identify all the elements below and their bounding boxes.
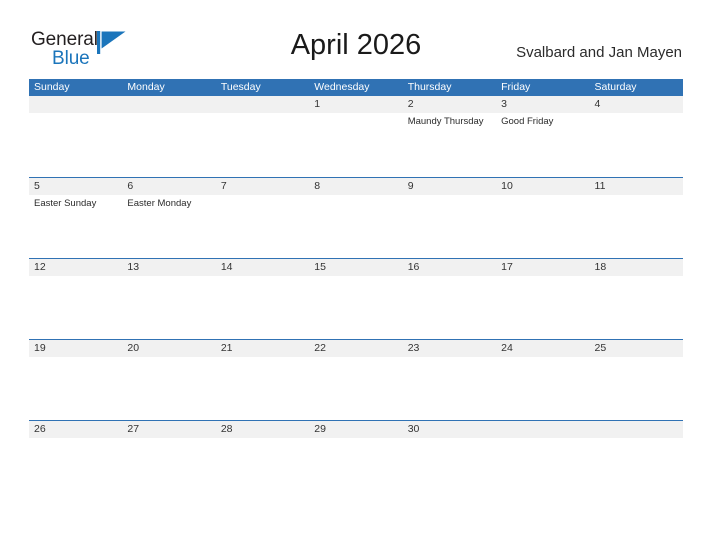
calendar-day-cell[interactable]: 26 xyxy=(29,421,122,501)
calendar-day-cell[interactable]: 23 xyxy=(403,340,496,420)
calendar-day-cell-empty xyxy=(122,96,215,177)
calendar-day-cell[interactable]: 27 xyxy=(122,421,215,501)
day-number: 16 xyxy=(407,261,420,273)
week-day-cells: 1 2 Maundy Thursday 3 Good Friday 4 xyxy=(29,96,683,177)
weekday-header-monday: Monday xyxy=(127,81,165,93)
day-number: 11 xyxy=(594,180,606,192)
week-day-cells: 26 27 28 29 30 xyxy=(29,421,683,501)
calendar-week-row: 5 Easter Sunday 6 Easter Monday 7 8 9 10 11 xyxy=(29,177,683,258)
weekday-header-wednesday: Wednesday xyxy=(314,81,370,93)
calendar-day-cell[interactable]: 8 xyxy=(309,178,402,258)
day-number: 5 xyxy=(34,180,40,192)
calendar-day-cell[interactable]: 2 Maundy Thursday xyxy=(403,96,496,177)
day-event-label: Easter Monday xyxy=(127,198,192,209)
day-number: 23 xyxy=(407,342,420,354)
page-header: General Blue April 2026 Svalbard and Jan… xyxy=(0,0,712,78)
calendar-day-cell-empty xyxy=(216,96,309,177)
calendar-day-cell[interactable]: 9 xyxy=(403,178,496,258)
day-number: 20 xyxy=(127,342,140,354)
day-events: Good Friday xyxy=(501,113,589,128)
day-number: 10 xyxy=(501,180,513,192)
day-number: 24 xyxy=(501,342,513,354)
calendar-day-cell[interactable]: 7 xyxy=(216,178,309,258)
day-number: 19 xyxy=(34,342,46,354)
calendar-weeks: 1 2 Maundy Thursday 3 Good Friday 4 5 Easter Su… xyxy=(29,96,683,501)
calendar-day-cell[interactable]: 25 xyxy=(590,340,683,420)
calendar-day-cell[interactable]: 14 xyxy=(216,259,309,339)
day-number: 21 xyxy=(220,342,233,354)
calendar-day-cell-empty xyxy=(496,421,589,501)
calendar-day-cell[interactable]: 28 xyxy=(216,421,309,501)
day-number: 30 xyxy=(407,423,420,435)
calendar-day-cell[interactable]: 24 xyxy=(496,340,589,420)
day-number: 6 xyxy=(127,180,134,192)
calendar-week-row: 26 27 28 29 30 xyxy=(29,420,683,501)
calendar-week-row: 1 2 Maundy Thursday 3 Good Friday 4 xyxy=(29,96,683,177)
day-number: 25 xyxy=(594,342,607,354)
calendar-day-cell[interactable]: 17 xyxy=(496,259,589,339)
day-number: 17 xyxy=(501,261,513,273)
day-number: 4 xyxy=(594,98,601,110)
calendar-day-cell[interactable]: 6 Easter Monday xyxy=(122,178,215,258)
day-number: 14 xyxy=(220,261,233,273)
calendar-day-cell[interactable]: 12 xyxy=(29,259,122,339)
calendar-day-cell[interactable]: 1 xyxy=(309,96,402,177)
calendar-day-cell[interactable]: 13 xyxy=(122,259,215,339)
day-events: Easter Monday xyxy=(127,195,215,210)
weekday-header-friday: Friday xyxy=(501,81,531,93)
calendar-day-cell[interactable]: 15 xyxy=(309,259,402,339)
weekday-header-row: Sunday Monday Tuesday Wednesday Thursday… xyxy=(29,79,683,96)
calendar-day-cell[interactable]: 29 xyxy=(309,421,402,501)
calendar-day-cell-empty xyxy=(590,421,683,501)
day-number: 8 xyxy=(314,180,321,192)
calendar-day-cell[interactable]: 5 Easter Sunday xyxy=(29,178,122,258)
day-number: 27 xyxy=(127,423,140,435)
day-number: 15 xyxy=(314,261,326,273)
day-number: 13 xyxy=(127,261,140,273)
calendar-page: General Blue April 2026 Svalbard and Jan… xyxy=(0,0,712,550)
weekday-header-thursday: Thursday xyxy=(407,81,452,93)
calendar-day-cell[interactable]: 18 xyxy=(590,259,683,339)
day-number: 9 xyxy=(407,180,414,192)
day-number: 26 xyxy=(34,423,46,435)
calendar-day-cell[interactable]: 21 xyxy=(216,340,309,420)
day-number: 28 xyxy=(220,423,233,435)
week-day-cells: 12 13 14 15 16 17 18 xyxy=(29,259,683,339)
calendar-day-cell[interactable]: 20 xyxy=(122,340,215,420)
day-event-label: Good Friday xyxy=(501,116,554,127)
day-number: 1 xyxy=(314,98,321,110)
calendar-day-cell[interactable]: 11 xyxy=(590,178,683,258)
week-day-cells: 19 20 21 22 23 24 25 xyxy=(29,340,683,420)
day-number: 7 xyxy=(220,180,227,192)
calendar-day-cell[interactable]: 10 xyxy=(496,178,589,258)
day-number: 18 xyxy=(594,261,607,273)
calendar-grid: Sunday Monday Tuesday Wednesday Thursday… xyxy=(29,79,683,501)
day-number: 22 xyxy=(314,342,326,354)
region-label: Svalbard and Jan Mayen xyxy=(516,44,682,61)
calendar-day-cell-empty xyxy=(29,96,122,177)
day-events: Maundy Thursday xyxy=(408,113,496,128)
calendar-week-row: 12 13 14 15 16 17 18 xyxy=(29,258,683,339)
day-number: 2 xyxy=(407,98,414,110)
calendar-day-cell[interactable]: 19 xyxy=(29,340,122,420)
calendar-day-cell[interactable]: 4 xyxy=(590,96,683,177)
day-event-label: Maundy Thursday xyxy=(407,116,484,127)
weekday-header-tuesday: Tuesday xyxy=(220,81,261,93)
calendar-day-cell[interactable]: 16 xyxy=(403,259,496,339)
day-number: 12 xyxy=(34,261,46,273)
day-number: 29 xyxy=(314,423,326,435)
weekday-header-saturday: Saturday xyxy=(594,81,637,93)
weekday-header-sunday: Sunday xyxy=(34,81,70,93)
week-day-cells: 5 Easter Sunday 6 Easter Monday 7 8 9 10 11 xyxy=(29,178,683,258)
day-number: 3 xyxy=(501,98,507,110)
day-event-label: Easter Sunday xyxy=(34,198,97,209)
calendar-day-cell[interactable]: 3 Good Friday xyxy=(496,96,589,177)
day-events: Easter Sunday xyxy=(34,195,122,210)
calendar-day-cell[interactable]: 22 xyxy=(309,340,402,420)
calendar-week-row: 19 20 21 22 23 24 25 xyxy=(29,339,683,420)
calendar-day-cell[interactable]: 30 xyxy=(403,421,496,501)
